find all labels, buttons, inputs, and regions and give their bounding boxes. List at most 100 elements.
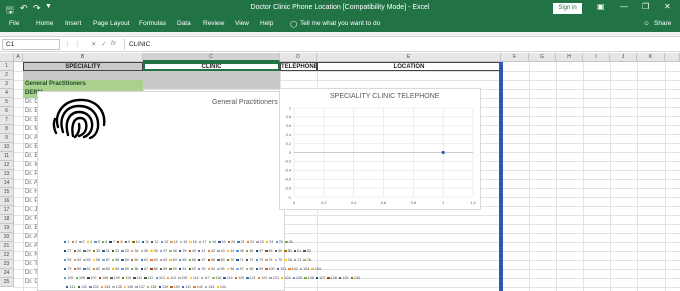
speciality-general-practitioners[interactable]: General Practitioners [23,80,143,89]
restore-icon[interactable]: ❐ [642,2,649,11]
name-box-dropdown-icon[interactable]: ⋮ [64,40,71,48]
tab-data[interactable]: Data [177,20,191,27]
legend-entry: 112 [144,276,153,280]
clinic-cell-row2[interactable] [143,71,280,80]
header-location[interactable]: LOCATION [317,62,501,71]
share-button[interactable]: Share [654,20,671,27]
row-header[interactable]: 2 [0,71,14,80]
row-header[interactable]: 1 [0,62,14,71]
doctor-name-cell[interactable]: Dr. P [23,170,37,179]
column-header-h[interactable]: H [556,53,583,62]
header-clinic[interactable]: CLINIC [143,62,280,71]
row-header[interactable]: 5 [0,98,14,107]
doctor-name-cell[interactable]: Dr. Ti [23,260,37,269]
doctor-name-cell[interactable]: Dr. Gr [23,98,37,107]
sign-in-button[interactable]: Sign in [553,3,582,14]
select-all-corner[interactable] [0,53,14,62]
tab-insert[interactable]: Insert [65,20,81,27]
minimize-icon[interactable]: — [620,2,628,11]
doctor-name-cell[interactable]: Dr. Ta [23,269,37,278]
row-header[interactable]: 9 [0,134,14,143]
doctor-name-cell[interactable]: Dr. Ro [23,215,37,224]
doctor-name-cell[interactable]: Dr. M [23,125,37,134]
column-header-c[interactable]: C [143,53,280,62]
row-header[interactable]: 14 [0,179,14,188]
doctor-name-cell[interactable]: Dr. Ie [23,161,37,170]
doctor-name-cell[interactable]: Dr. Br [23,143,37,152]
doctor-name-cell[interactable]: Dr. Ch [23,278,37,287]
doctor-name-cell[interactable]: Dr. Al [23,179,37,188]
tab-file[interactable]: File [9,20,19,27]
column-header-f[interactable]: F [501,53,529,62]
y-tick-label: 0.8 [286,115,291,119]
speciality-cell-row2[interactable] [23,71,143,80]
doctor-name-cell[interactable]: Dr. Br [23,224,37,233]
header-telephone[interactable]: TELEPHONE [280,62,317,71]
column-header-d[interactable]: D [280,53,317,62]
row-header[interactable]: 15 [0,188,14,197]
tab-formulas[interactable]: Formulas [139,20,166,27]
doctor-name-cell[interactable]: Dr. El [23,116,37,125]
legend-swatch [121,267,124,271]
tab-home[interactable]: Home [36,20,53,27]
tell-me-search[interactable]: Tell me what you want to do [300,20,380,27]
doctor-name-cell[interactable]: Dr. Al [23,242,37,251]
column-header-i[interactable]: I [583,53,610,62]
column-header-e[interactable]: E [317,53,501,62]
column-header-a[interactable]: A [14,53,23,62]
row-header[interactable]: 7 [0,116,14,125]
doctor-name-cell[interactable]: Dr. Al [23,233,37,242]
legend-entry: 21 [237,240,245,244]
row-header[interactable]: 23 [0,260,14,269]
row-header[interactable]: 21 [0,242,14,251]
doctor-name-cell[interactable]: Dr. Ja [23,206,37,215]
cancel-icon[interactable]: ✕ [91,40,96,48]
tab-help[interactable]: Help [260,20,273,27]
row-header[interactable]: 6 [0,107,14,116]
doctor-name-cell[interactable]: Dr. Bo [23,152,37,161]
tab-view[interactable]: View [235,20,249,27]
insert-function-icon[interactable]: fx [111,40,116,47]
row-header[interactable]: 16 [0,197,14,206]
column-header-b[interactable]: B [23,53,143,62]
row-header[interactable]: 19 [0,224,14,233]
row-header[interactable]: 25 [0,278,14,287]
doctor-name-cell[interactable]: Dr. Pr [23,197,37,206]
row-header[interactable]: 17 [0,206,14,215]
doctor-name-cell[interactable]: Dr. Al [23,134,37,143]
row-header[interactable]: 10 [0,143,14,152]
row-header[interactable]: 11 [0,152,14,161]
row-header[interactable]: 12 [0,161,14,170]
row-header[interactable]: 24 [0,269,14,278]
legend-swatch [178,276,181,280]
formula-input[interactable]: CLINIC [124,39,678,50]
clinic-cell-row3[interactable] [143,80,280,89]
column-header-k[interactable]: K [637,53,665,62]
doctor-name-cell[interactable]: Dr. Ni [23,251,37,260]
header-speciality[interactable]: SPECIALITY [23,62,143,71]
ribbon-display-options-icon[interactable]: ▣ [597,2,605,11]
column-header-l[interactable] [665,53,680,62]
y-tick-label: -0.4 [284,169,291,173]
worksheet-grid[interactable]: A B C D E F G H I J K 1 2 3 4 5 6 7 8 9 10 11 12 13 1… [0,53,680,291]
tab-review[interactable]: Review [203,20,224,27]
row-header[interactable]: 20 [0,233,14,242]
enter-icon[interactable]: ✓ [101,40,106,48]
doctor-name-cell[interactable]: Dr. Br [23,107,37,116]
row-header[interactable]: 8 [0,125,14,134]
close-icon[interactable]: ✕ [664,2,671,11]
row-header[interactable]: 4 [0,89,14,98]
legend-entry: 13 [160,240,168,244]
name-box[interactable]: C1 [2,39,60,50]
row-header[interactable]: 13 [0,170,14,179]
row-header[interactable]: 18 [0,215,14,224]
more-options-icon[interactable]: ⋮ [74,40,81,48]
column-header-g[interactable]: G [529,53,556,62]
legend-entry: 53 [64,258,71,262]
column-header-j[interactable]: J [610,53,637,62]
tab-page-layout[interactable]: Page Layout [93,20,130,27]
doctor-name-cell[interactable]: Dr. Ho [23,188,37,197]
row-header[interactable]: 3 [0,80,14,89]
chart-speciality-clinic-telephone[interactable]: SPECIALITY CLINIC TELEPHONE 1 0.8 0.6 0.4 0.… [279,88,481,210]
row-header[interactable]: 22 [0,251,14,260]
